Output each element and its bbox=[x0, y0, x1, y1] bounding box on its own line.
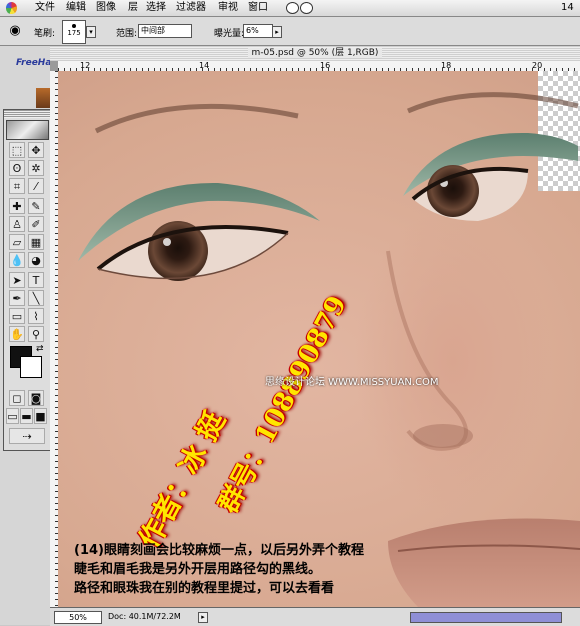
ruler-tick: 18 bbox=[441, 61, 452, 70]
brush-dropdown-icon[interactable]: ▾ bbox=[86, 26, 96, 38]
ruler-tick: 14 bbox=[199, 61, 210, 70]
marquee-tool-icon[interactable]: ⬚ bbox=[9, 142, 25, 158]
photoshop-logo-icon bbox=[6, 120, 49, 140]
left-eye-highlight bbox=[163, 238, 171, 246]
document-info[interactable]: Doc: 40.1M/72.2M bbox=[108, 608, 181, 626]
range-label: 范围: bbox=[116, 29, 138, 39]
screen-mode-2-icon[interactable]: ▬ bbox=[20, 408, 33, 424]
status-bar: 50% Doc: 40.1M/72.2M ▸ bbox=[50, 607, 580, 626]
menu-layer[interactable]: 层 bbox=[128, 0, 138, 16]
menu-bar: 文件 编辑 图像 层 选择 过滤器 审视 窗口 14 bbox=[0, 0, 580, 17]
lasso-tool-icon[interactable]: ʘ bbox=[9, 160, 25, 176]
toolbox-titlebar[interactable] bbox=[4, 110, 50, 118]
menu-file[interactable]: 文件 bbox=[35, 0, 55, 16]
pen-tool-icon[interactable]: ✒ bbox=[9, 290, 25, 306]
slice-tool-icon[interactable]: ⁄ bbox=[28, 178, 44, 194]
jump-to-imageready-icon[interactable]: ⇢ bbox=[9, 428, 45, 444]
menu-filter[interactable]: 过滤器 bbox=[176, 0, 206, 16]
left-eyebrow bbox=[94, 103, 299, 134]
zoom-field[interactable]: 50% bbox=[54, 611, 102, 624]
standard-mode-icon[interactable]: ◻ bbox=[9, 390, 25, 406]
caption-line-2: 睫毛和眉毛我是另外开层用路径勾的黑线。 bbox=[74, 562, 322, 577]
path-select-icon[interactable]: ➤ bbox=[9, 272, 25, 288]
range-select[interactable]: 中间部 bbox=[138, 24, 192, 38]
quickmask-mode-icon[interactable]: ◙ bbox=[28, 390, 44, 406]
heal-tool-icon[interactable]: ✚ bbox=[9, 198, 25, 214]
document-window: m-05.psd @ 50% (层 1,RGB) 12 14 16 18 20 bbox=[50, 46, 580, 626]
screen-mode-3-icon[interactable]: ■ bbox=[34, 408, 47, 424]
move-tool-icon[interactable]: ✥ bbox=[28, 142, 44, 158]
gradient-tool-icon[interactable]: ▦ bbox=[28, 234, 44, 250]
eraser-tool-icon[interactable]: ▱ bbox=[9, 234, 25, 250]
magic-wand-icon[interactable]: ✲ bbox=[28, 160, 44, 176]
hand-tool-icon[interactable]: ✋ bbox=[9, 326, 25, 342]
type-tool-icon[interactable]: T bbox=[28, 272, 44, 288]
clock: 14 bbox=[561, 2, 574, 13]
caption-line-3: 路径和眼珠我在别的教程里提过，可以去看看 bbox=[74, 581, 335, 596]
freehand-label: FreeHa bbox=[16, 58, 52, 68]
screen-mode-1-icon[interactable]: ▭ bbox=[6, 408, 19, 424]
thumbnail-fragment bbox=[36, 88, 50, 108]
image-canvas[interactable]: 作者：冰 挺 群号：108890879 思缘设计论坛 WWW.MISSYUAN.… bbox=[58, 71, 580, 607]
menu-window[interactable]: 窗口 bbox=[248, 0, 268, 16]
ruler-tick: 16 bbox=[320, 61, 331, 70]
horizontal-scrollbar[interactable] bbox=[410, 612, 562, 623]
document-titlebar[interactable]: m-05.psd @ 50% (层 1,RGB) bbox=[50, 46, 580, 61]
brush-dot-icon bbox=[72, 24, 76, 28]
menu-edit[interactable]: 编辑 bbox=[66, 0, 86, 16]
eyedropper-icon[interactable]: ⌇ bbox=[28, 308, 44, 324]
menu-image[interactable]: 图像 bbox=[96, 0, 116, 16]
line-tool-icon[interactable]: ╲ bbox=[28, 290, 44, 306]
blur-tool-icon[interactable]: 💧 bbox=[9, 252, 25, 268]
history-brush-icon[interactable]: ✐ bbox=[28, 216, 44, 232]
notes-tool-icon[interactable]: ▭ bbox=[9, 308, 25, 324]
brush-tool-icon[interactable]: ✎ bbox=[28, 198, 44, 214]
dodge-tool-icon[interactable]: ◕ bbox=[28, 252, 44, 268]
background-color-swatch[interactable] bbox=[20, 356, 42, 378]
brush-label: 笔刷: bbox=[34, 29, 56, 39]
menu-select[interactable]: 选择 bbox=[146, 0, 166, 16]
info-arrow-icon[interactable]: ▸ bbox=[198, 612, 208, 623]
apple-logo-icon[interactable] bbox=[6, 2, 17, 14]
document-title: m-05.psd @ 50% (层 1,RGB) bbox=[247, 48, 383, 58]
exposure-field[interactable]: 6% bbox=[243, 24, 273, 38]
lips bbox=[388, 518, 580, 607]
zoom-tool-icon[interactable]: ⚲ bbox=[28, 326, 44, 342]
caption-line-1: (14)眼睛刻画会比较麻烦一点，以后另外弄个教程 bbox=[74, 543, 364, 558]
nose-contour bbox=[386, 250, 468, 451]
crop-tool-icon[interactable]: ⌗ bbox=[9, 178, 25, 194]
ruler-tick: 20 bbox=[532, 61, 543, 70]
dodge-tool-icon: ◉ bbox=[9, 23, 21, 38]
right-eyebrow bbox=[407, 92, 579, 114]
swap-colors-icon[interactable]: ⇄ bbox=[36, 344, 44, 354]
brush-size: 175 bbox=[67, 29, 81, 37]
menu-view[interactable]: 审视 bbox=[218, 0, 238, 16]
options-bar: ◉ 笔刷: 175 ▾ 范围: 中间部 曝光量: 6% ▸ bbox=[0, 17, 580, 46]
toolbox: ⬚ ✥ ʘ ✲ ⌗ ⁄ ✚ ✎ ♙ ✐ ▱ ▦ 💧 ◕ ➤ T ✒ ╲ ▭ ⌇ … bbox=[3, 109, 51, 451]
brush-preview[interactable]: 175 bbox=[62, 20, 86, 44]
exposure-arrow-icon[interactable]: ▸ bbox=[272, 26, 282, 38]
stamp-tool-icon[interactable]: ♙ bbox=[9, 216, 25, 232]
site-watermark: 思缘设计论坛 WWW.MISSYUAN.COM bbox=[265, 377, 439, 388]
ruler-tick: 12 bbox=[80, 61, 91, 70]
exposure-label: 曝光量: bbox=[214, 29, 245, 39]
nostril bbox=[413, 424, 473, 448]
